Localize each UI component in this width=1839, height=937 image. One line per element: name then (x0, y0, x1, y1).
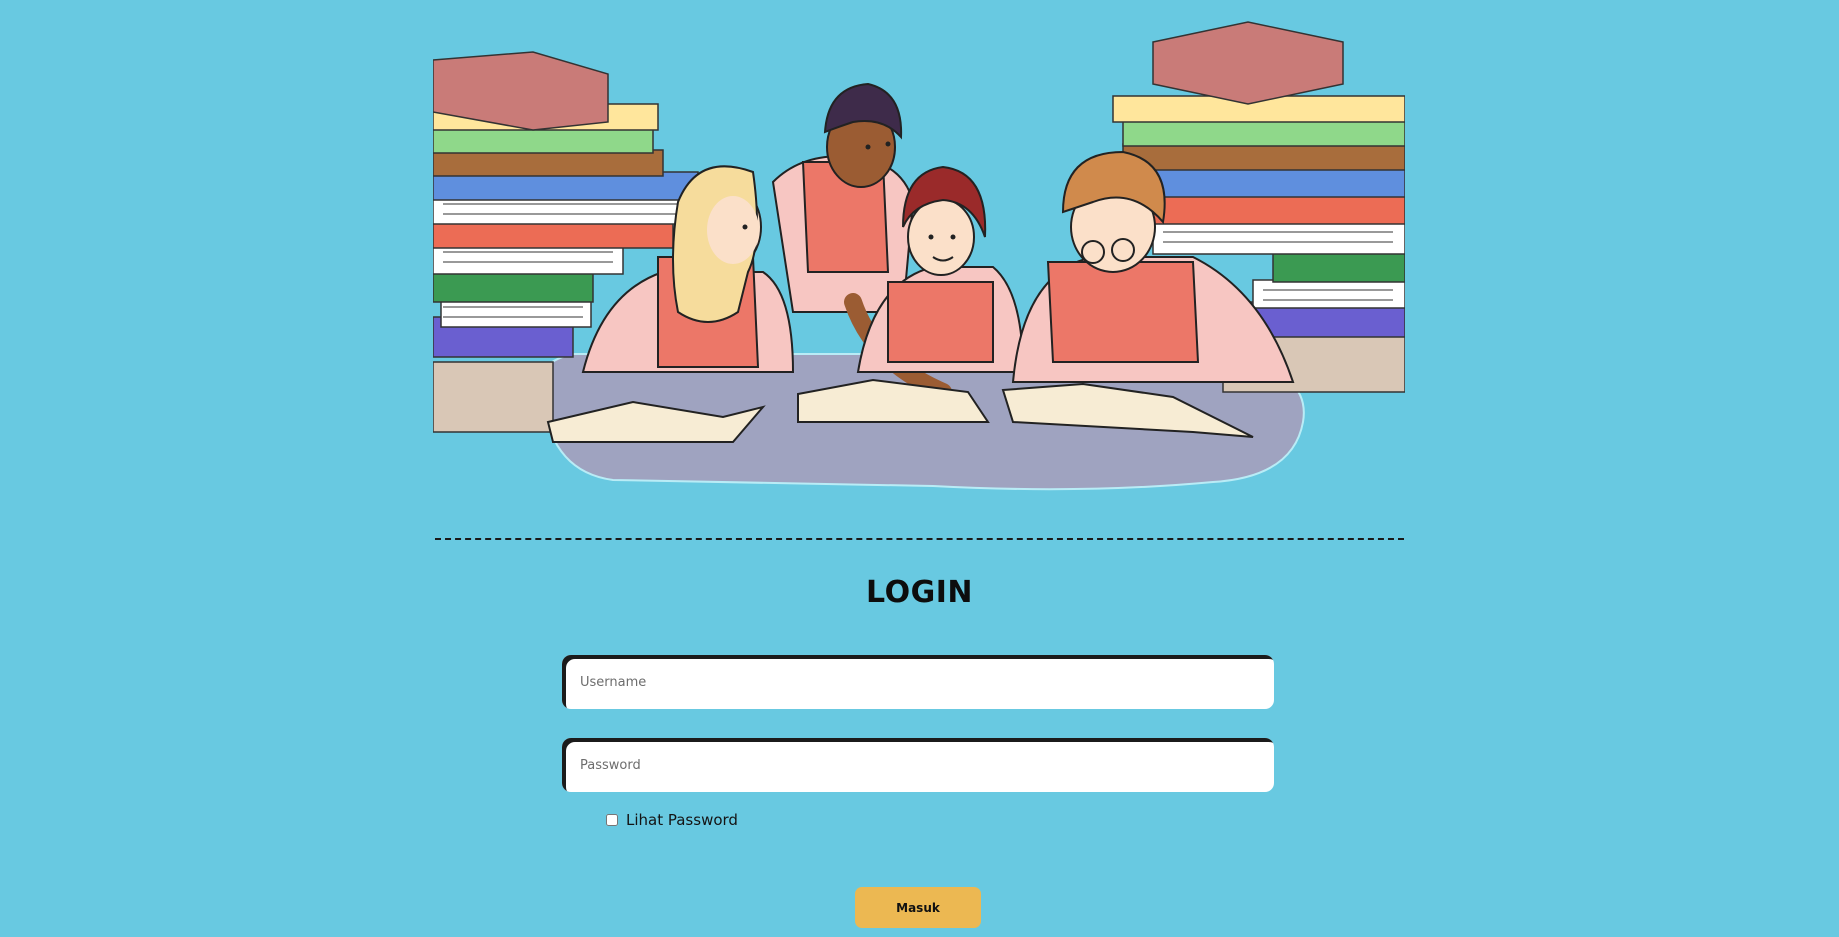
section-divider (435, 538, 1404, 540)
show-password-row: Lihat Password (606, 811, 738, 829)
login-page: LOGIN Lihat Password Masuk (0, 0, 1839, 937)
username-field[interactable] (562, 655, 1274, 709)
show-password-checkbox[interactable] (606, 814, 618, 826)
show-password-label[interactable]: Lihat Password (626, 811, 738, 829)
login-title: LOGIN (866, 575, 973, 610)
password-field[interactable] (562, 738, 1274, 792)
students-studying-illustration (433, 21, 1405, 491)
login-button[interactable]: Masuk (855, 887, 981, 928)
